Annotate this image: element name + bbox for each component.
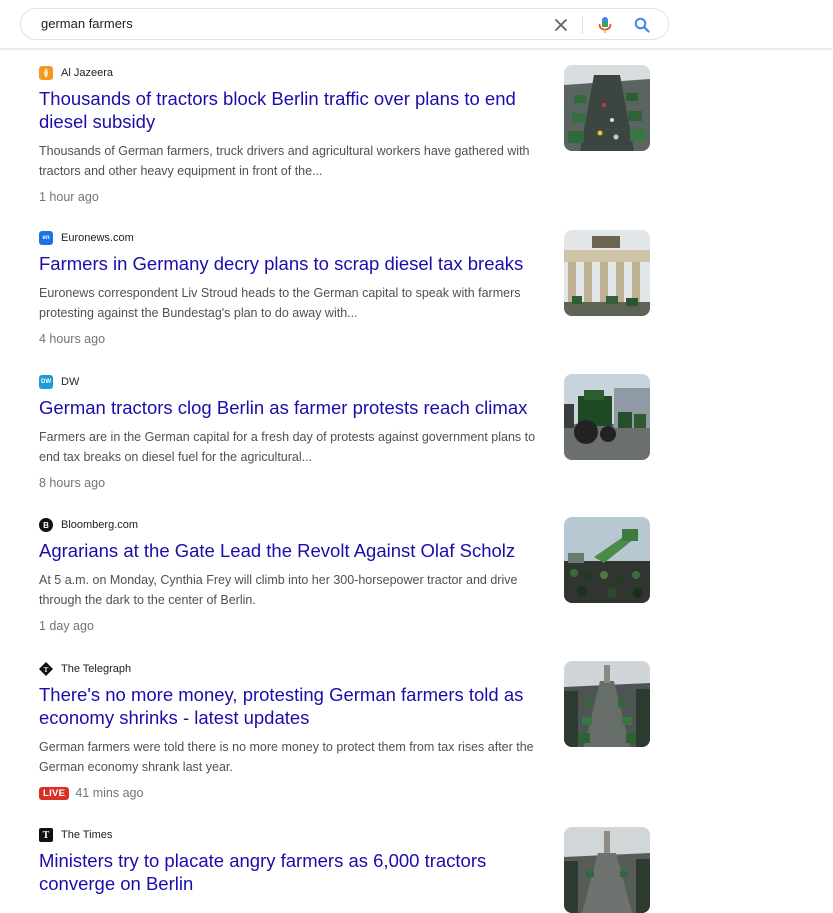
clear-search-button[interactable] — [551, 15, 571, 35]
result-title-link[interactable]: German tractors clog Berlin as farmer pr… — [39, 396, 549, 419]
result-source: DW DW — [39, 374, 650, 390]
result-time: 1 hour ago — [39, 190, 99, 204]
result-snippet: At 5 a.m. on Monday, Cynthia Frey will c… — [39, 573, 518, 607]
result-title-link[interactable]: Ministers try to placate angry farmers a… — [39, 849, 549, 895]
search-button[interactable] — [631, 14, 653, 36]
city-tractors-image — [564, 827, 650, 913]
news-result: B Bloomberg.com Agrarians at the Gate Le… — [39, 517, 650, 636]
result-snippet: Euronews correspondent Liv Stroud heads … — [39, 286, 521, 320]
result-thumbnail[interactable] — [564, 661, 650, 747]
search-icon — [634, 17, 650, 33]
news-result: en Euronews.com Farmers in Germany decry… — [39, 230, 650, 349]
source-name: DW — [61, 376, 80, 388]
result-title-link[interactable]: Farmers in Germany decry plans to scrap … — [39, 252, 549, 275]
live-badge: LIVE — [39, 786, 70, 800]
times-favicon-icon: T — [39, 828, 53, 842]
source-name: The Telegraph — [61, 663, 132, 675]
news-result: T The Times Ministers try to placate ang… — [39, 827, 650, 913]
close-icon — [555, 19, 567, 31]
result-snippet: Farmers are in the German capital for a … — [39, 430, 536, 464]
news-result: Al Jazeera Thousands of tractors block B… — [39, 65, 650, 207]
result-time: 1 day ago — [39, 619, 94, 633]
result-snippet: German farmers were told there is no mor… — [39, 740, 534, 774]
result-meta: 8 hours ago — [39, 473, 650, 493]
brandenburg-gate-image — [564, 230, 650, 316]
result-snippet: Thousands of German farmers, truck drive… — [39, 144, 530, 178]
result-time: 8 hours ago — [39, 476, 106, 490]
result-thumbnail[interactable] — [564, 827, 650, 913]
search-header: german farmers — [0, 0, 833, 48]
source-name: The Times — [61, 829, 113, 841]
bloomberg-favicon-icon: B — [39, 518, 53, 532]
result-time: 4 hours ago — [39, 332, 106, 346]
result-title-link[interactable]: Agrarians at the Gate Lead the Revolt Ag… — [39, 539, 549, 562]
news-result: T The Telegraph There's no more money, p… — [39, 661, 650, 803]
aerial-tractors-image — [564, 661, 650, 747]
result-meta: 1 day ago — [39, 616, 650, 636]
search-divider — [582, 16, 583, 34]
result-thumbnail[interactable] — [564, 517, 650, 603]
result-meta: 4 hours ago — [39, 329, 650, 349]
source-name: Euronews.com — [61, 232, 134, 244]
result-title-link[interactable]: There's no more money, protesting German… — [39, 683, 549, 729]
tractor-column-image — [564, 374, 650, 460]
search-box[interactable]: german farmers — [20, 8, 669, 40]
aljazeera-favicon-icon — [39, 66, 53, 80]
result-thumbnail[interactable] — [564, 65, 650, 151]
tractor-crowd-image — [564, 65, 650, 151]
telegraph-favicon-icon: T — [39, 662, 53, 676]
news-result: DW DW German tractors clog Berlin as far… — [39, 374, 650, 493]
source-name: Bloomberg.com — [61, 519, 139, 531]
result-source: B Bloomberg.com — [39, 517, 650, 533]
result-source: Al Jazeera — [39, 65, 650, 81]
result-time: 41 mins ago — [75, 786, 144, 800]
result-source: T The Telegraph — [39, 661, 650, 677]
source-name: Al Jazeera — [61, 67, 113, 79]
voice-search-button[interactable] — [594, 14, 616, 36]
svg-text:T: T — [44, 666, 49, 674]
microphone-icon — [598, 17, 612, 33]
result-thumbnail[interactable] — [564, 230, 650, 316]
result-thumbnail[interactable] — [564, 374, 650, 460]
result-title-link[interactable]: Thousands of tractors block Berlin traff… — [39, 87, 549, 133]
result-meta: 1 hour ago — [39, 187, 650, 207]
result-meta: LIVE 41 mins ago — [39, 783, 650, 803]
protest-crowd-image — [564, 517, 650, 603]
euronews-favicon-icon: en — [39, 231, 53, 245]
result-source: en Euronews.com — [39, 230, 650, 246]
dw-favicon-icon: DW — [39, 375, 53, 389]
search-input[interactable]: german farmers — [41, 9, 133, 39]
result-source: T The Times — [39, 827, 650, 843]
